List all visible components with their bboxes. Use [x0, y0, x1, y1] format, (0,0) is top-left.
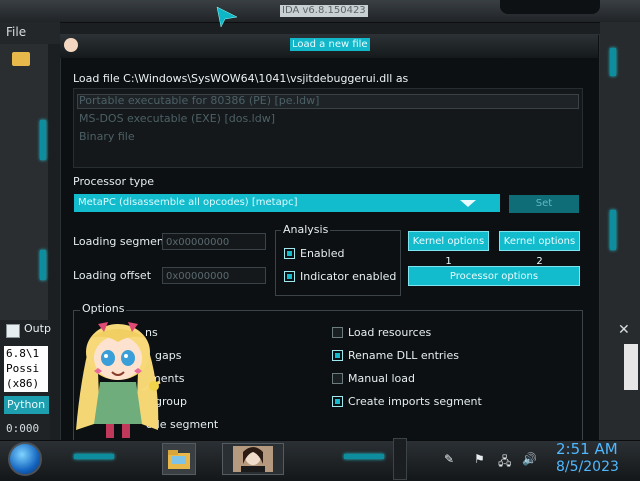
frame-glow-right-2: [610, 210, 616, 250]
processor-options-button[interactable]: Processor options: [408, 266, 580, 286]
loading-segment-label: Loading segment: [73, 235, 169, 248]
rename-dll-entries-checkbox[interactable]: [332, 350, 343, 361]
processor-select[interactable]: MetaPC (disassemble all opcodes) [metapc…: [74, 194, 500, 212]
format-item[interactable]: Binary file: [79, 130, 135, 143]
ida-taskbar-icon[interactable]: [222, 443, 284, 475]
console-line: Possi: [6, 362, 40, 375]
output-tab[interactable]: Outp: [24, 322, 51, 335]
taskbar: [0, 440, 640, 481]
menu-file[interactable]: File: [6, 25, 26, 39]
dialog-avatar-icon: [64, 38, 78, 52]
frame-glow-left-2: [40, 250, 46, 280]
analysis-enabled-label: Enabled: [300, 247, 345, 260]
analysis-enabled-checkbox[interactable]: [284, 248, 295, 259]
set-button[interactable]: Set: [509, 195, 579, 213]
clock-time[interactable]: 2:51 AM: [556, 440, 618, 458]
loading-offset-input[interactable]: 0x00000000: [162, 267, 266, 284]
loading-segment-input[interactable]: 0x00000000: [162, 233, 266, 250]
create-imports-label: Create imports segment: [348, 395, 482, 408]
dialog-title: Load a new file: [290, 38, 370, 51]
loading-offset-label: Loading offset: [73, 269, 152, 282]
clock-date[interactable]: 8/5/2023: [556, 459, 619, 475]
output-window-icon: [6, 324, 20, 338]
show-desktop-button[interactable]: [393, 438, 407, 480]
console-line: (x86): [6, 377, 40, 390]
rename-dll-entries-label: Rename DLL entries: [348, 349, 459, 362]
status-text: 0:000: [6, 422, 40, 435]
create-imports-checkbox[interactable]: [332, 396, 343, 407]
manual-load-checkbox[interactable]: [332, 373, 343, 384]
frame-glow-right-1: [610, 48, 616, 76]
indicator-enabled-label: Indicator enabled: [300, 270, 397, 283]
format-item[interactable]: MS-DOS executable (EXE) [dos.ldw]: [79, 112, 275, 125]
titlebar-ornament: [500, 0, 600, 14]
cartoon-sticker: [70, 312, 166, 440]
volume-icon[interactable]: 🔊: [522, 452, 537, 466]
frame-glow-left-1: [40, 120, 46, 160]
network-icon[interactable]: 🖧: [498, 452, 511, 473]
pen-icon[interactable]: ✎: [444, 452, 454, 466]
analysis-label: Analysis: [281, 223, 331, 236]
processor-type-label: Processor type: [73, 175, 155, 188]
load-file-label: Load file C:\Windows\SysWOW64\1041\vsjit…: [73, 72, 409, 85]
taskbar-glow-right: [344, 454, 384, 459]
load-resources-checkbox[interactable]: [332, 327, 343, 338]
format-item[interactable]: Portable executable for 80386 (PE) [pe.l…: [79, 94, 319, 107]
kernel-options-1-button[interactable]: Kernel options 1: [408, 231, 489, 267]
ida-logo-icon: [215, 5, 239, 29]
open-folder-icon[interactable]: [12, 52, 30, 66]
indicator-enabled-checkbox[interactable]: [284, 271, 295, 282]
analysis-group: [275, 230, 401, 296]
load-resources-label: Load resources: [348, 326, 432, 339]
app-title: IDA v6.8.150423: [280, 5, 368, 17]
manual-load-label: Manual load: [348, 372, 415, 385]
chevron-down-icon[interactable]: [460, 200, 476, 207]
file-explorer-icon[interactable]: [162, 443, 196, 475]
output-console: 6.8\1 Possi (x86): [4, 346, 48, 392]
flag-icon[interactable]: ⚑: [474, 452, 485, 466]
close-icon[interactable]: ✕: [618, 322, 630, 338]
output-scrollbar[interactable]: [624, 344, 638, 390]
taskbar-glow-left: [74, 454, 114, 459]
console-line: 6.8\1: [6, 347, 40, 360]
python-button[interactable]: Python: [4, 396, 49, 414]
kernel-options-2-button[interactable]: Kernel options 2: [499, 231, 580, 267]
start-button[interactable]: [8, 442, 42, 476]
